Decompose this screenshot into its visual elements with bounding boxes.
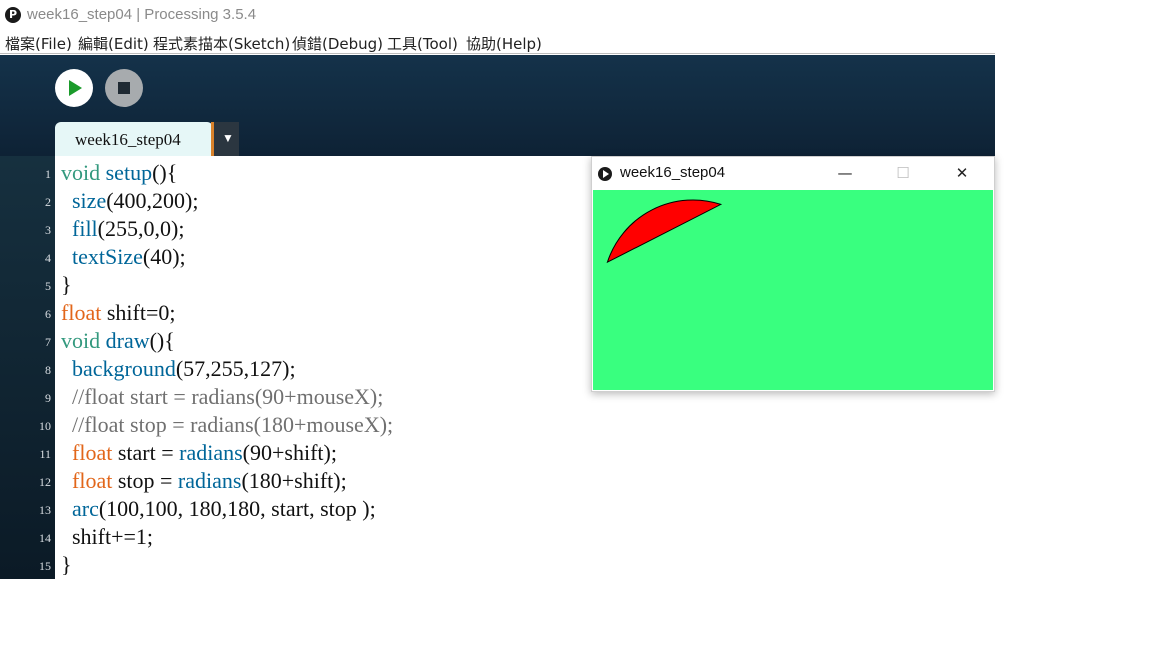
code-token: shift=0;	[101, 300, 176, 325]
line-number: 11	[39, 447, 51, 461]
line-number: 7	[45, 335, 51, 349]
code-token: radians	[179, 440, 243, 465]
close-button[interactable]: ✕	[947, 161, 977, 185]
code-token: (57,255,127);	[175, 356, 296, 381]
menu-file[interactable]: 檔案(File)	[5, 33, 72, 54]
tab-label: week16_step04	[75, 130, 181, 149]
code-token: size	[72, 188, 107, 213]
code-token: void	[61, 160, 101, 185]
code-token: setup	[105, 160, 153, 185]
code-token: (180+shift);	[241, 468, 347, 493]
line-number: 10	[39, 419, 51, 433]
code-token: (){	[152, 160, 178, 185]
line-number: 1	[45, 167, 51, 181]
stop-button[interactable]	[105, 69, 143, 107]
processing-app-icon: P	[5, 7, 21, 23]
code-token: radians	[177, 468, 242, 493]
play-icon	[69, 80, 82, 96]
menu-help[interactable]: 協助(Help)	[466, 33, 542, 54]
code-token: arc	[72, 496, 99, 521]
code-token: (100,100, 180,180, start, stop );	[98, 496, 376, 521]
code-line: //float stop = radians(180+mouseX);	[61, 412, 393, 440]
code-line: arc(100,100, 180,180, start, stop );	[61, 496, 376, 524]
code-token: float	[72, 440, 113, 465]
maximize-button[interactable]: ☐	[888, 161, 918, 185]
menu-edit[interactable]: 編輯(Edit)	[78, 33, 149, 54]
code-token: shift+=1;	[61, 524, 154, 549]
code-token: }	[61, 272, 72, 297]
code-line: size(400,200);	[61, 188, 198, 216]
run-button[interactable]	[55, 69, 93, 107]
code-token: (90+shift);	[242, 440, 337, 465]
code-token: fill	[72, 216, 98, 241]
window-title: week16_step04 | Processing 3.5.4	[27, 6, 257, 23]
code-line: textSize(40);	[61, 244, 186, 272]
code-token: (){	[149, 328, 175, 353]
code-token: //float start = radians(90+mouseX);	[61, 384, 384, 409]
line-number: 8	[45, 363, 51, 377]
line-number: 12	[39, 475, 51, 489]
title-bar: P week16_step04 | Processing 3.5.4	[0, 0, 1152, 30]
code-line: //float start = radians(90+mouseX);	[61, 384, 383, 412]
line-number: 3	[45, 223, 51, 237]
code-token: float	[61, 300, 102, 325]
code-line: void setup(){	[61, 160, 177, 188]
code-token: draw	[105, 328, 150, 353]
sketch-window[interactable]: week16_step04 — ☐ ✕	[591, 156, 995, 392]
tab-week16-step04[interactable]: week16_step04	[55, 122, 213, 156]
code-token: float	[72, 468, 113, 493]
code-line: void draw(){	[61, 328, 175, 356]
code-line: float start = radians(90+shift);	[61, 440, 337, 468]
menu-bar: 檔案(File) 編輯(Edit) 程式素描本(Sketch) 偵錯(Debug…	[0, 30, 995, 54]
line-number: 5	[45, 279, 51, 293]
code-line: float stop = radians(180+shift);	[61, 468, 347, 496]
sketch-window-title: week16_step04	[620, 164, 726, 181]
code-token: (40);	[142, 244, 186, 269]
code-token: }	[61, 552, 72, 577]
code-line: shift+=1;	[61, 524, 153, 552]
code-token: background	[72, 356, 176, 381]
code-token: (255,0,0);	[97, 216, 185, 241]
line-number: 4	[45, 251, 51, 265]
code-line: }	[61, 272, 72, 300]
tab-menu-button[interactable]: ▼	[214, 122, 239, 156]
line-number-gutter: 1 2 3 4 5 6 7 8 9 10 11 12 13 14 15	[0, 156, 55, 579]
menu-debug[interactable]: 偵錯(Debug)	[292, 33, 383, 54]
line-number: 9	[45, 391, 51, 405]
code-line: }	[61, 552, 72, 580]
line-number: 6	[45, 307, 51, 321]
toolbar: week16_step04 ▼	[0, 55, 995, 156]
sketch-canvas[interactable]	[593, 190, 993, 390]
code-token: start =	[112, 440, 180, 465]
chevron-down-icon: ▼	[222, 131, 234, 145]
processing-run-icon	[598, 167, 612, 181]
line-number: 14	[39, 531, 51, 545]
line-number: 2	[45, 195, 51, 209]
menu-tool[interactable]: 工具(Tool)	[387, 33, 458, 54]
line-number: 15	[39, 559, 51, 573]
code-line: background(57,255,127);	[61, 356, 296, 384]
code-line: fill(255,0,0);	[61, 216, 184, 244]
menu-sketch[interactable]: 程式素描本(Sketch)	[153, 33, 290, 54]
code-token: textSize	[72, 244, 143, 269]
code-token: stop =	[112, 468, 178, 493]
line-number: 13	[39, 503, 51, 517]
code-token: //float stop = radians(180+mouseX);	[61, 412, 394, 437]
stop-icon	[118, 82, 130, 94]
code-token: (400,200);	[106, 188, 199, 213]
code-line: float shift=0;	[61, 300, 175, 328]
minimize-button[interactable]: —	[830, 161, 860, 185]
code-token: void	[61, 328, 101, 353]
